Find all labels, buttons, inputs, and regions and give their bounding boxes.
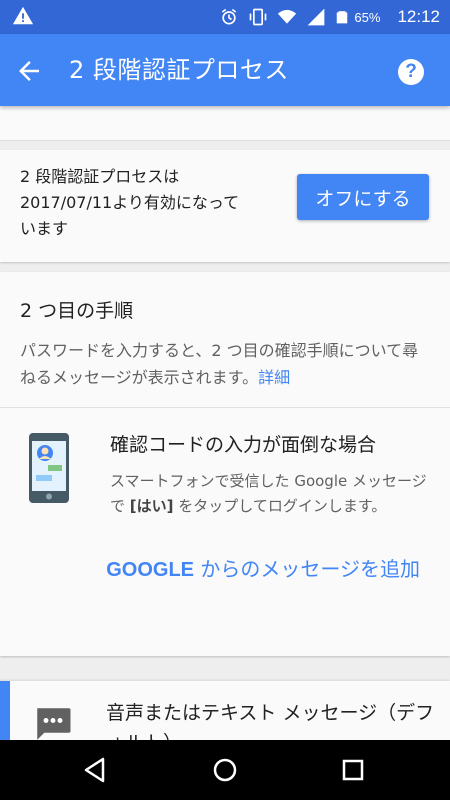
- content-area[interactable]: 2 段階認証プロセスは 2017/07/11より有効になって います オフにする…: [0, 106, 450, 740]
- add-link-rest: からのメッセージを追加: [194, 557, 420, 581]
- second-step-description-text: パスワードを入力すると、2 つ目の確認手順について尋ねるメッセージが表示されます…: [20, 341, 419, 387]
- warning-icon: [12, 6, 34, 25]
- app-bar: 2 段階認証プロセス ?: [0, 34, 450, 106]
- voice-option-title: 音声またはテキスト メッセージ（デフォルト）: [106, 702, 435, 740]
- signal-icon: [308, 8, 325, 26]
- battery-icon: [337, 11, 348, 24]
- nav-back-icon[interactable]: [81, 755, 111, 785]
- selected-accent-bar: [0, 681, 10, 740]
- second-step-card: 2 つ目の手順 パスワードを入力すると、2 つ目の確認手順について尋ねるメッセー…: [0, 272, 450, 656]
- prompt-option-description: スマートフォンで受信した Google メッセージで [はい] をタップしてログ…: [110, 469, 428, 519]
- clock: 12:12: [397, 7, 440, 26]
- turn-off-button[interactable]: オフにする: [297, 174, 429, 220]
- message-icon: [37, 708, 71, 740]
- navigation-bar: [0, 740, 450, 800]
- details-link[interactable]: 詳細: [258, 368, 290, 387]
- vibrate-icon: [250, 8, 267, 26]
- alarm-icon: [222, 8, 237, 25]
- status-bar: 65% 12:12: [0, 0, 450, 34]
- arrow-back-icon[interactable]: [14, 56, 44, 86]
- prompt-option-title: 確認コードの入力が面倒な場合: [110, 434, 377, 456]
- phone-prompt-icon: [29, 433, 69, 503]
- page-title: 2 段階認証プロセス: [69, 56, 289, 84]
- wifi-icon: [278, 9, 297, 24]
- battery-percent: 65%: [354, 9, 381, 25]
- status-line-3: います: [20, 219, 69, 238]
- prompt-desc-part2: をタップしてログインします。: [173, 497, 387, 515]
- second-step-description: パスワードを入力すると、2 つ目の確認手順について尋ねるメッセージが表示されます…: [20, 337, 425, 391]
- status-text: 2 段階認証プロセスは 2017/07/11より有効になって います: [20, 164, 285, 242]
- second-step-title: 2 つ目の手順: [20, 300, 134, 322]
- top-strip: [0, 106, 450, 141]
- help-icon[interactable]: ?: [398, 59, 424, 85]
- status-line-1: 2 段階認証プロセスは: [20, 167, 180, 186]
- status-line-2: 2017/07/11より有効になって: [20, 193, 240, 212]
- nav-recents-icon[interactable]: [338, 755, 368, 785]
- prompt-desc-yes: [はい]: [129, 497, 174, 515]
- voice-text-option[interactable]: 音声またはテキスト メッセージ（デフォルト）: [0, 681, 450, 740]
- add-link-google: GOOGLE: [106, 559, 195, 581]
- status-card: 2 段階認証プロセスは 2017/07/11より有効になって います オフにする: [0, 150, 450, 262]
- status-icons: 65% 12:12: [219, 0, 440, 34]
- divider: [0, 407, 450, 408]
- nav-home-icon[interactable]: [210, 755, 240, 785]
- add-google-prompt-link[interactable]: GOOGLE からのメッセージを追加: [100, 555, 420, 584]
